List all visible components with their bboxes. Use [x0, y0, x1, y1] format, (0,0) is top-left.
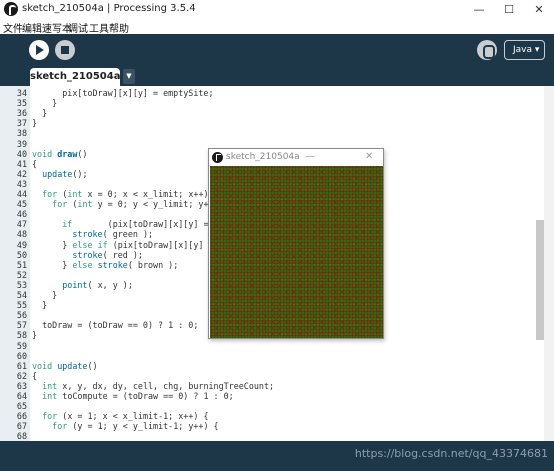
line-number: 57	[16, 320, 27, 331]
line-number: 68	[16, 431, 27, 441]
watermark-text: https://blog.csdn.net/qq_43374681	[354, 447, 548, 460]
title-bar: sketch_210504a | Processing 3.5.4 — ☐ ✕	[0, 0, 554, 19]
sketch-window-title: sketch_210504a	[226, 152, 300, 162]
code-text: }	[32, 300, 48, 311]
line-number: 55	[16, 300, 27, 311]
line-number: 58	[16, 330, 27, 341]
menu-help[interactable]: 帮助	[109, 20, 129, 35]
code-text: {	[32, 370, 38, 381]
line-number: 65	[16, 401, 27, 412]
line-number: 66	[16, 411, 27, 422]
processing-logo-icon	[212, 152, 223, 163]
line-number: 47	[16, 219, 27, 230]
line-number: 36	[16, 108, 27, 119]
code-text: pix[toDraw][x][y] = emptySite;	[32, 88, 214, 98]
line-number: 40	[16, 148, 27, 159]
line-number: 52	[16, 269, 27, 280]
maximize-button[interactable]: ☐	[494, 0, 524, 19]
line-number: 46	[16, 209, 27, 220]
line-number: 42	[16, 168, 27, 179]
minimize-button[interactable]: —	[464, 0, 494, 19]
menu-bar: 文件 编辑 速写本 调试 工具 帮助	[0, 19, 554, 35]
line-number: 45	[16, 199, 27, 210]
window-title: sketch_210504a | Processing 3.5.4	[22, 3, 196, 14]
line-number: 51	[16, 259, 27, 270]
line-number: 43	[16, 178, 27, 189]
processing-logo-icon	[4, 2, 18, 16]
run-button[interactable]	[29, 40, 49, 60]
sketch-close-button[interactable]: ✕	[365, 151, 373, 162]
line-number: 50	[16, 249, 27, 260]
code-text: for (int y = 0; y < y_limit; y++) {	[52, 199, 229, 210]
code-text: void update()	[32, 360, 98, 371]
line-number: 48	[16, 229, 27, 240]
menu-debug[interactable]: 调试	[68, 20, 88, 35]
line-number: 41	[16, 158, 27, 169]
line-number: 63	[16, 380, 27, 391]
code-text: stroke( red );	[72, 249, 143, 260]
line-number: 44	[16, 189, 27, 199]
vertical-scrollbar[interactable]	[544, 86, 554, 441]
code-text: int x, y, dx, dy, cell, chg, burningTree…	[42, 380, 275, 391]
line-number: 56	[16, 310, 27, 321]
sketch-canvas	[210, 166, 383, 338]
sketch-minimize-button[interactable]: —	[305, 151, 315, 162]
line-number: 54	[16, 290, 27, 300]
code-text: }	[32, 98, 58, 109]
code-text: update();	[42, 168, 88, 179]
menu-tools[interactable]: 工具	[89, 20, 109, 35]
scrollbar-thumb[interactable]	[536, 220, 544, 340]
code-text: }	[32, 290, 58, 300]
sketch-window[interactable]: sketch_210504a — ✕	[208, 148, 384, 339]
code-text: } else stroke( brown );	[32, 259, 179, 270]
code-text: }	[32, 118, 38, 129]
code-text: int toCompute = (toDraw == 0) ? 1 : 0;	[42, 391, 234, 401]
line-number: 67	[16, 421, 27, 432]
line-number: 60	[16, 350, 27, 361]
code-text: for (y = 1; y < y_limit-1; y++) {	[52, 421, 219, 432]
tab-menu-button[interactable]: ▼	[123, 69, 135, 84]
code-text: point( x, y );	[62, 279, 133, 290]
code-text: }	[32, 330, 38, 341]
code-text: {	[32, 158, 38, 169]
menu-edit[interactable]: 编辑	[22, 20, 42, 35]
line-number: 35	[16, 98, 27, 109]
line-number: 34	[16, 88, 27, 98]
mode-selector[interactable]: Java ▾	[504, 40, 545, 60]
line-number: 38	[16, 128, 27, 139]
tab-sketch[interactable]: sketch_210504a	[30, 68, 120, 86]
code-text: toDraw = (toDraw == 0) ? 1 : 0;	[32, 320, 199, 331]
code-text: stroke( green );	[72, 229, 154, 240]
code-text: }	[32, 108, 48, 119]
line-number: 61	[16, 360, 27, 371]
stop-button[interactable]	[55, 40, 75, 60]
code-text: for (int x = 0; x < x_limit; x++) {	[42, 189, 219, 199]
line-number: 53	[16, 279, 27, 290]
menu-file[interactable]: 文件	[3, 20, 23, 35]
line-number: 59	[16, 340, 27, 351]
debugger-icon[interactable]	[477, 40, 497, 60]
line-number: 64	[16, 391, 27, 401]
code-text: if (pix[toDraw][x][y] ==	[62, 219, 214, 230]
line-number: 37	[16, 118, 27, 129]
code-text: } else if (pix[toDraw][x][y] ==	[32, 239, 219, 250]
close-button[interactable]: ✕	[524, 0, 554, 19]
line-number: 49	[16, 239, 27, 250]
code-text: for (x = 1; x < x_limit-1; x++) {	[42, 411, 209, 422]
line-number: 39	[16, 138, 27, 149]
line-number: 62	[16, 370, 27, 381]
code-text: void draw()	[32, 148, 88, 159]
toolbar	[0, 34, 554, 68]
